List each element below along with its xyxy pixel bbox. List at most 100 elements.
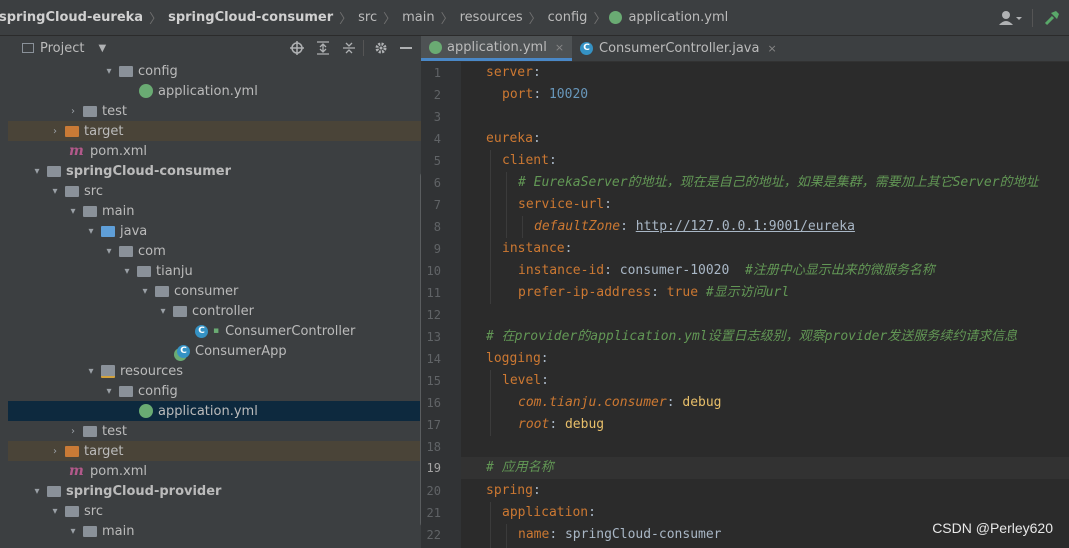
build-hammer-icon[interactable] (1043, 9, 1061, 27)
tree-item[interactable]: ▾ springCloud-consumer (8, 161, 421, 181)
yaml-value: debug (564, 417, 605, 432)
code-line: com.tianju.consumer: debug (518, 395, 722, 410)
chevron-right-icon[interactable]: › (49, 446, 61, 457)
tree-item[interactable]: ▾ tianju (8, 261, 421, 281)
line-number: 2 (433, 88, 441, 102)
chevron-down-icon[interactable]: ▼ (98, 43, 106, 54)
yaml-key: instance (502, 241, 565, 256)
code-line: application: (502, 505, 596, 520)
tree-item[interactable]: ▾ consumer (8, 281, 421, 301)
project-panel-title[interactable]: Project (40, 41, 84, 56)
tree-item-label: resources (120, 363, 184, 379)
indent-guide (522, 216, 523, 238)
breadcrumb-item[interactable]: main (399, 10, 437, 25)
code-line: instance-id: consumer-10020 #注册中心显示出来的微服… (518, 263, 935, 278)
breadcrumb-item[interactable]: application.yml (625, 10, 731, 25)
line-number: 18 (426, 440, 441, 454)
tree-item[interactable]: ▾ springCloud-provider (8, 481, 421, 501)
tree-item-selected[interactable]: application.yml (8, 401, 421, 421)
breadcrumb-item[interactable]: src (355, 10, 380, 25)
breadcrumb-separator: 〉 (593, 12, 607, 27)
chevron-down-icon[interactable]: ▾ (103, 66, 115, 77)
tree-item[interactable]: ▾ main (8, 201, 421, 221)
tree-item[interactable]: ▾ resources (8, 361, 421, 381)
tree-item[interactable]: m pom.xml (8, 461, 421, 481)
yaml-key: prefer-ip-address (518, 285, 652, 300)
close-icon[interactable]: × (555, 41, 564, 54)
folder-icon (83, 105, 97, 117)
code-line: defaultZone: http://127.0.0.1:9001/eurek… (534, 219, 855, 234)
indent-guide (490, 502, 491, 548)
breadcrumb-item[interactable]: config (545, 10, 591, 25)
tree-item[interactable]: m pom.xml (8, 141, 421, 161)
tree-item[interactable]: C ▪ ConsumerController (8, 321, 421, 341)
excluded-folder-icon (65, 445, 79, 457)
tree-item[interactable]: ▾ main (8, 521, 421, 541)
chevron-right-icon[interactable]: › (67, 426, 79, 437)
tree-item-label: tianju (156, 263, 193, 279)
tree-item[interactable]: › test (8, 421, 421, 441)
chevron-down-icon[interactable]: ▾ (139, 286, 151, 297)
breadcrumb-item[interactable]: springCloud-eureka (0, 10, 146, 25)
tree-item[interactable]: ▾ src (8, 181, 421, 201)
package-icon (119, 245, 133, 257)
tree-item[interactable]: ▾ controller (8, 301, 421, 321)
tab-consumer-controller[interactable]: C ConsumerController.java × (572, 36, 785, 61)
folder-icon (65, 185, 79, 197)
folder-icon (65, 505, 79, 517)
user-icon[interactable] (998, 10, 1024, 26)
tree-item[interactable]: C ConsumerApp (8, 341, 421, 361)
folder-icon (119, 65, 133, 77)
collapse-all-icon[interactable] (342, 41, 356, 55)
chevron-down-icon[interactable]: ▾ (157, 306, 169, 317)
yaml-file-icon (139, 404, 153, 418)
gear-icon[interactable] (374, 41, 388, 55)
class-icon: C (580, 42, 594, 55)
chevron-down-icon[interactable]: ▾ (67, 206, 79, 217)
chevron-right-icon[interactable]: › (49, 126, 61, 137)
tree-item-label: application.yml (158, 83, 258, 99)
expand-all-icon[interactable] (316, 41, 330, 55)
tree-item[interactable]: › target (8, 441, 421, 461)
tree-item[interactable]: ▾ config (8, 61, 421, 81)
tree-item[interactable]: ▾ src (8, 501, 421, 521)
breadcrumb-separator: 〉 (528, 12, 542, 27)
tree-item[interactable]: › test (8, 101, 421, 121)
tab-application-yml[interactable]: application.yml × (421, 36, 573, 61)
chevron-down-icon[interactable]: ▾ (103, 246, 115, 257)
tree-item[interactable]: › target (8, 121, 421, 141)
url-link[interactable]: http://127.0.0.1:9001/eureka (636, 219, 855, 234)
line-number: 9 (433, 242, 441, 256)
tool-window-strip[interactable] (0, 36, 8, 548)
package-icon (137, 265, 151, 277)
chevron-down-icon[interactable]: ▾ (49, 186, 61, 197)
chevron-down-icon[interactable]: ▾ (31, 486, 43, 497)
breadcrumb-item[interactable]: springCloud-consumer (165, 10, 336, 25)
tree-item[interactable]: ▾ config (8, 381, 421, 401)
tree-item[interactable]: ▾ com (8, 241, 421, 261)
code-line: spring: (486, 483, 541, 498)
code-line: service-url: (518, 197, 612, 212)
line-number: 21 (426, 506, 441, 520)
minimize-icon[interactable] (400, 47, 412, 49)
chevron-down-icon[interactable]: ▾ (103, 386, 115, 397)
tree-item[interactable]: application.yml (8, 81, 421, 101)
breadcrumb-item[interactable]: resources (457, 10, 526, 25)
tree-item-label: ConsumerApp (195, 343, 287, 359)
chevron-down-icon[interactable]: ▾ (49, 506, 61, 517)
breadcrumb-separator: 〉 (440, 12, 454, 27)
yaml-value: true (666, 285, 699, 300)
chevron-down-icon[interactable]: ▾ (85, 366, 97, 377)
chevron-down-icon[interactable]: ▾ (31, 166, 43, 177)
line-number: 6 (433, 176, 441, 190)
tree-item[interactable]: ▾ java (8, 221, 421, 241)
line-number: 16 (426, 396, 441, 410)
tree-item-label: springCloud-provider (66, 483, 222, 499)
chevron-down-icon[interactable]: ▾ (121, 266, 133, 277)
chevron-right-icon[interactable]: › (67, 106, 79, 117)
yaml-key: defaultZone (534, 219, 621, 234)
close-icon[interactable]: × (767, 42, 776, 55)
chevron-down-icon[interactable]: ▾ (85, 226, 97, 237)
locate-icon[interactable] (290, 41, 304, 55)
chevron-down-icon[interactable]: ▾ (67, 526, 79, 537)
